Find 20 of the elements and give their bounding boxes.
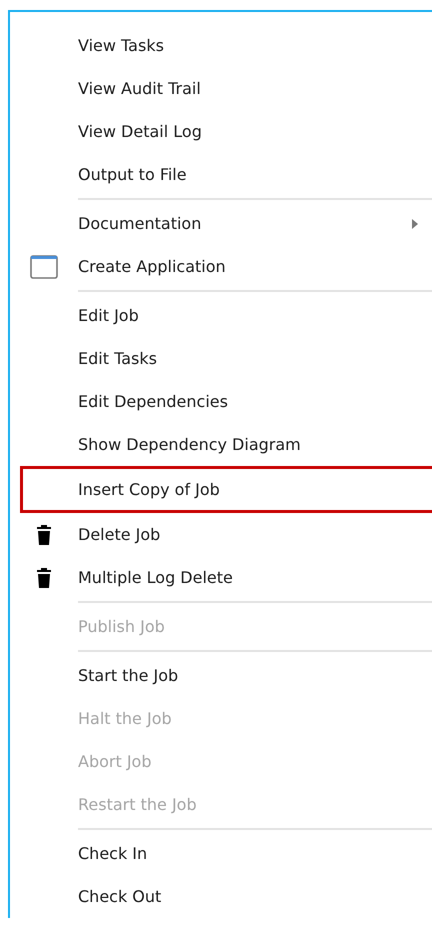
window-icon (30, 254, 58, 278)
menu-item[interactable]: Multiple Log Delete (10, 556, 432, 599)
trash-icon (36, 566, 52, 588)
menu-item[interactable]: Show Dependency Diagram (10, 423, 432, 466)
menu-item[interactable]: Insert Copy of Job (20, 466, 432, 513)
menu-item[interactable]: Edit Job (10, 294, 432, 337)
menu-item[interactable]: View Tasks (10, 24, 432, 67)
menu-item[interactable]: Delete Job (10, 513, 432, 556)
trash-icon (36, 524, 52, 546)
menu-item[interactable]: View Audit Trail (10, 67, 432, 110)
menu-item[interactable]: Output to File (10, 153, 432, 196)
menu-item[interactable]: Check Out (10, 875, 432, 918)
submenu-arrow-icon (412, 218, 418, 228)
menu-item[interactable]: Documentation (10, 202, 432, 245)
menu-item[interactable]: View Detail Log (10, 110, 432, 153)
menu-item[interactable]: Check In (10, 832, 432, 875)
menu-item[interactable]: Edit Tasks (10, 337, 432, 380)
menu-item[interactable]: Start the Job (10, 654, 432, 697)
menu-item[interactable]: Create Application (10, 245, 432, 288)
menu-item[interactable]: Edit Dependencies (10, 380, 432, 423)
